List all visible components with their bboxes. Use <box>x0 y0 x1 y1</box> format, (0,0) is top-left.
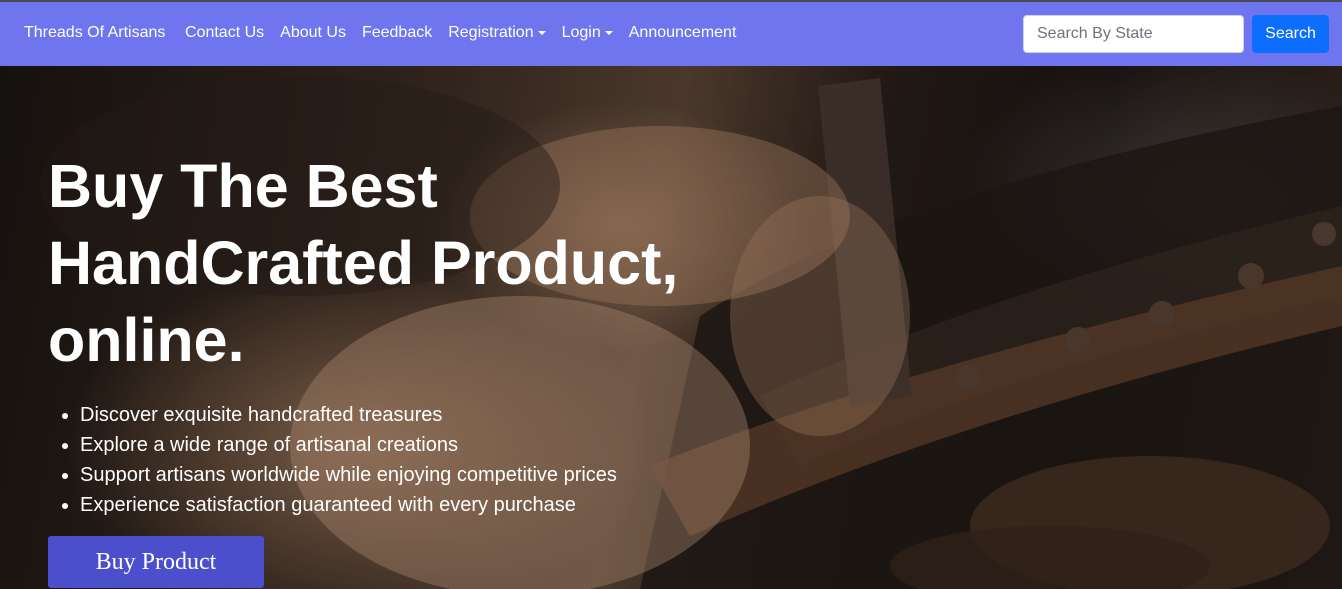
nav-link-label: About Us <box>280 24 346 41</box>
nav-link-label: Login <box>561 24 601 41</box>
navbar: Threads Of Artisans Contact Us About Us … <box>0 2 1342 66</box>
nav-link-label: Contact Us <box>185 24 265 41</box>
nav-link-feedback[interactable]: Feedback <box>362 24 432 42</box>
caret-down-icon <box>537 31 546 35</box>
nav-link-label: Feedback <box>361 24 433 41</box>
nav-link-announcement[interactable]: Announcement <box>629 24 737 42</box>
search-input[interactable] <box>1023 15 1244 53</box>
feature-item: Experience satisfaction guaranteed with … <box>80 490 617 520</box>
nav-dropdown-login[interactable]: Login <box>562 24 613 42</box>
hero-section: Buy The Best HandCrafted Product, online… <box>0 66 1342 589</box>
hero-title: Buy The Best HandCrafted Product, online… <box>48 152 679 374</box>
nav-dropdown-registration[interactable]: Registration <box>448 24 546 42</box>
feature-list: Discover exquisite handcrafted treasures… <box>80 400 617 520</box>
feature-item: Support artisans worldwide while enjoyin… <box>80 460 617 490</box>
feature-item: Explore a wide range of artisanal creati… <box>80 430 617 460</box>
buy-product-button[interactable]: Buy Product <box>48 536 264 588</box>
caret-down-icon <box>604 31 613 35</box>
search-button[interactable]: Search <box>1252 15 1329 53</box>
brand-link[interactable]: Threads Of Artisans <box>24 24 165 42</box>
nav-links: Contact Us About Us Feedback Registratio… <box>185 24 752 42</box>
nav-link-label: Announcement <box>628 24 737 41</box>
nav-link-contact[interactable]: Contact Us <box>185 24 264 42</box>
nav-link-label: Registration <box>448 24 534 41</box>
feature-item: Discover exquisite handcrafted treasures <box>80 400 617 430</box>
nav-link-about[interactable]: About Us <box>280 24 346 42</box>
